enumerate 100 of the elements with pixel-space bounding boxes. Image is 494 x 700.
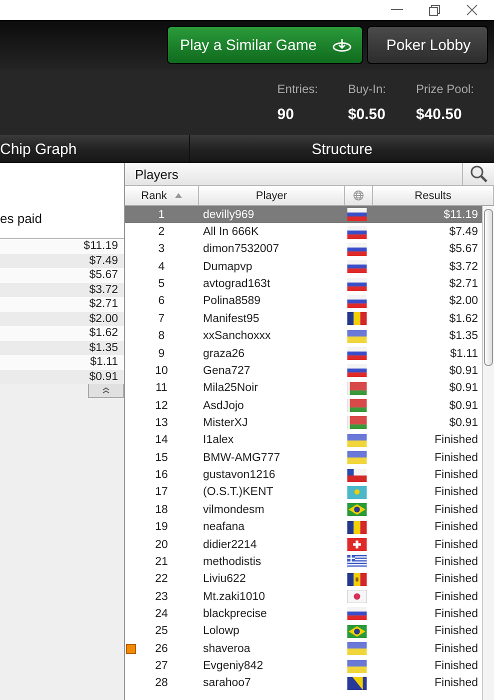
flag-icon [346,451,366,464]
payout-amount: $0.91 [0,370,124,384]
result-cell-text: Finished [434,573,479,586]
collapse-tab[interactable] [88,384,124,398]
flag-icon [346,660,366,673]
result-cell-text: Finished [434,486,479,498]
restore-icon[interactable] [429,4,440,16]
rank-cell-text: 26 [154,642,169,655]
close-icon[interactable] [466,4,478,16]
player-row[interactable]: 1 devilly969 $11.19 [125,206,482,224]
flag-icon [346,520,366,534]
result-cell-text: Finished [434,538,479,550]
result-cell-text: $0.91 [448,416,479,429]
payout-amount: $1.35 [0,340,124,355]
payout-amount: $2.00 [0,312,124,326]
globe-icon[interactable] [353,190,364,201]
flag-icon [346,330,366,343]
flag-icon [346,294,366,308]
download-icon [332,38,352,52]
rank-cell-text: 27 [154,660,169,672]
rank-cell-text: 1 [157,208,166,221]
column-header[interactable]: Results [373,186,494,205]
flag-icon [346,434,366,447]
rank-cell-text: 24 [154,608,169,620]
result-cell-text: Finished [434,677,479,690]
result-cell-text: $0.91 [448,382,479,394]
result-cell-text: Finished [434,469,479,482]
result-cell-text: Finished [434,452,479,464]
stat-label: Prize Pool: [416,82,474,96]
player-cell-text: I1alex [202,434,235,446]
flag-icon [346,416,366,430]
player-cell-text: dimon7532007 [202,243,280,256]
flag-icon [346,642,366,656]
flag-icon [346,399,366,412]
stat-value: 90 [277,106,295,123]
result-cell-text: Finished [434,590,479,603]
flag-icon [346,486,366,499]
result-cell-text: Finished [434,504,479,516]
player-cell-text: avtograd163t [202,278,272,290]
sort-icon [174,193,182,198]
minimize-icon[interactable] [391,9,403,11]
result-cell-text: $0.91 [448,364,479,377]
rank-cell-text: 20 [154,538,169,550]
rank-cell-text: 28 [154,677,169,690]
scrollbar[interactable] [482,206,494,700]
flag-icon [346,624,366,638]
payout-amount: $1.62 [0,326,124,340]
rank-cell-text: 14 [154,434,169,446]
flag-icon [346,347,366,360]
rank-cell-text: 25 [154,625,169,638]
result-cell-text: Finished [434,608,479,620]
flag-icon [346,242,366,256]
column-header[interactable]: Rank [125,186,199,205]
flag-icon [346,676,366,690]
result-cell-text: Finished [434,556,479,568]
double-caret-icon [102,387,110,394]
tab[interactable]: Chip Graph [0,135,189,163]
player-cell-text: Manifest95 [202,312,260,325]
player-cell-text: sarahoo7 [202,677,252,690]
player-cell-text: Evgeniy842 [202,660,264,672]
player-cell-text: Dumapvp [202,260,254,273]
scroll-thumb[interactable] [484,209,493,366]
rank-cell-text: 5 [157,278,166,290]
column-header[interactable]: Player [199,186,345,205]
flag-icon [346,364,366,378]
result-cell-text: Finished [434,625,479,638]
result-cell-text: $2.71 [448,278,479,290]
flag-icon [346,503,366,516]
result-cell-text: Finished [434,660,479,672]
result-cell-text: $1.11 [449,348,479,360]
result-cell-text: $0.91 [448,400,479,412]
player-cell-text: Polina8589 [202,295,262,308]
result-cell-text: Finished [434,521,479,534]
result-cell-text: $5.67 [448,243,479,256]
stat-label: Entries: [277,82,318,96]
rank-cell-text: 23 [154,590,169,603]
payout-amount: $1.11 [0,355,124,370]
flag-icon [346,590,366,604]
flag-icon [346,312,366,326]
player-cell-text: methodistis [202,556,262,568]
rank-cell-text: 21 [154,556,169,568]
flag-icon [346,538,366,551]
flag-icon [346,278,366,291]
rank-cell-text: 10 [154,364,169,377]
rank-cell-text: 22 [154,573,169,586]
player-cell-text: shaveroa [202,642,252,655]
tab[interactable]: Structure [190,135,494,163]
player-cell-text: AsdJojo [202,400,245,412]
rank-cell-text: 18 [154,504,169,516]
play-button[interactable]: Play a Similar Game [167,26,363,64]
player-cell-text: vilmondesm [202,504,266,516]
rank-cell-text: 6 [157,295,166,308]
rank-cell-text: 4 [157,260,166,273]
result-cell-text: $1.35 [448,330,479,342]
result-cell-text: $3.72 [448,260,479,273]
rank-cell-text: 2 [157,226,166,238]
lobby-button[interactable]: Poker Lobby [367,26,488,64]
flag-icon [346,555,366,568]
result-cell-text: Finished [434,434,479,446]
places-paid-text: es paid [0,211,42,226]
